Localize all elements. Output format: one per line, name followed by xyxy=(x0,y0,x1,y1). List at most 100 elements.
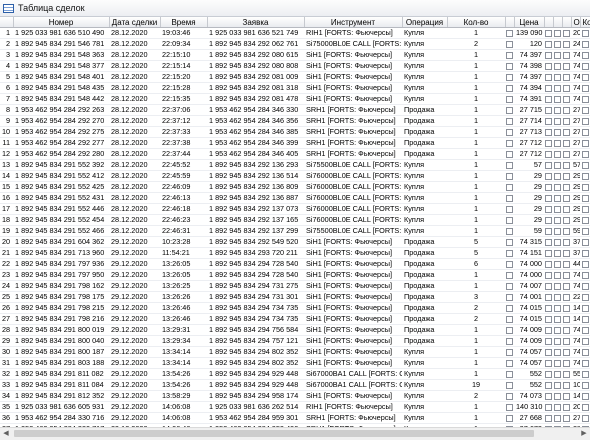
checkbox[interactable] xyxy=(506,183,513,191)
header-date[interactable]: Дата сделки xyxy=(109,17,161,28)
checkbox[interactable] xyxy=(506,348,513,356)
checkbox[interactable] xyxy=(581,183,589,191)
checkbox[interactable] xyxy=(545,51,552,59)
checkbox[interactable] xyxy=(581,271,589,279)
table-row[interactable]: 27 1 892 945 834 291 798 216 29.12.2020 13:… xyxy=(0,313,590,325)
checkbox[interactable] xyxy=(554,271,561,279)
checkbox[interactable] xyxy=(563,282,570,290)
checkbox[interactable] xyxy=(545,139,552,147)
checkbox[interactable] xyxy=(563,62,570,70)
checkbox[interactable] xyxy=(554,315,561,323)
checkbox[interactable] xyxy=(506,359,513,367)
checkbox[interactable] xyxy=(581,84,589,92)
checkbox[interactable] xyxy=(506,326,513,334)
checkbox[interactable] xyxy=(563,392,570,400)
checkbox[interactable] xyxy=(506,271,513,279)
checkbox[interactable] xyxy=(506,205,513,213)
checkbox[interactable] xyxy=(581,392,589,400)
table-row[interactable]: 31 1 892 945 834 291 803 188 29.12.2020 13:… xyxy=(0,357,590,369)
checkbox[interactable] xyxy=(506,392,513,400)
checkbox[interactable] xyxy=(581,117,589,125)
checkbox[interactable] xyxy=(563,370,570,378)
table-row[interactable]: 24 1 892 945 834 291 798 162 29.12.2020 13:… xyxy=(0,280,590,292)
checkbox[interactable] xyxy=(506,172,513,180)
checkbox[interactable] xyxy=(545,29,552,37)
checkbox[interactable] xyxy=(554,238,561,246)
horizontal-scrollbar[interactable]: ◀ ▶ xyxy=(0,427,590,440)
checkbox[interactable] xyxy=(581,381,589,389)
table-row[interactable]: 41 892 945 834 291 548 377 28.12.2020 22:1… xyxy=(0,60,590,72)
checkbox[interactable] xyxy=(545,381,552,389)
checkbox[interactable] xyxy=(545,106,552,114)
checkbox[interactable] xyxy=(554,359,561,367)
checkbox[interactable] xyxy=(554,304,561,312)
table-row[interactable]: 15 1 892 945 834 291 552 425 28.12.2020 22:… xyxy=(0,181,590,193)
checkbox[interactable] xyxy=(563,304,570,312)
checkbox[interactable] xyxy=(563,414,570,422)
table-row[interactable]: 31 892 945 834 291 548 363 28.12.2020 22:1… xyxy=(0,49,590,61)
checkbox[interactable] xyxy=(545,227,552,235)
header-price[interactable]: Цена xyxy=(514,17,545,28)
header-instrument[interactable]: Инструмент xyxy=(304,17,403,28)
table-row[interactable]: 20 1 892 945 834 291 604 362 29.12.2020 10:… xyxy=(0,236,590,248)
checkbox[interactable] xyxy=(545,370,552,378)
checkbox[interactable] xyxy=(545,205,552,213)
checkbox[interactable] xyxy=(554,172,561,180)
checkbox[interactable] xyxy=(506,84,513,92)
table-row[interactable]: 36 1 953 462 954 284 330 716 29.12.2020 14:… xyxy=(0,412,590,424)
checkbox[interactable] xyxy=(545,73,552,81)
checkbox[interactable] xyxy=(545,117,552,125)
checkbox[interactable] xyxy=(581,51,589,59)
table-row[interactable]: 30 1 892 945 834 291 800 187 29.12.2020 13:… xyxy=(0,346,590,358)
checkbox[interactable] xyxy=(506,194,513,202)
checkbox[interactable] xyxy=(563,106,570,114)
table-row[interactable]: 16 1 892 945 834 291 552 431 28.12.2020 22:… xyxy=(0,192,590,204)
checkbox[interactable] xyxy=(563,348,570,356)
checkbox[interactable] xyxy=(563,359,570,367)
checkbox[interactable] xyxy=(545,337,552,345)
checkbox[interactable] xyxy=(554,29,561,37)
checkbox[interactable] xyxy=(581,326,589,334)
checkbox[interactable] xyxy=(563,326,570,334)
table-row[interactable]: 23 1 892 945 834 291 797 950 29.12.2020 13:… xyxy=(0,269,590,281)
table-row[interactable]: 21 1 892 945 834 291 713 960 29.12.2020 11:… xyxy=(0,247,590,259)
checkbox[interactable] xyxy=(581,260,589,268)
checkbox[interactable] xyxy=(563,194,570,202)
checkbox[interactable] xyxy=(506,216,513,224)
checkbox[interactable] xyxy=(554,106,561,114)
checkbox[interactable] xyxy=(554,150,561,158)
checkbox[interactable] xyxy=(554,414,561,422)
checkbox[interactable] xyxy=(581,315,589,323)
table-row[interactable]: 61 892 945 834 291 548 435 28.12.2020 22:1… xyxy=(0,82,590,94)
checkbox[interactable] xyxy=(554,227,561,235)
table-row[interactable]: 17 1 892 945 834 291 552 446 28.12.2020 22:… xyxy=(0,203,590,215)
checkbox[interactable] xyxy=(554,161,561,169)
checkbox[interactable] xyxy=(506,337,513,345)
checkbox[interactable] xyxy=(545,150,552,158)
checkbox[interactable] xyxy=(545,304,552,312)
table-row[interactable]: 25 1 892 945 834 291 798 175 29.12.2020 13:… xyxy=(0,291,590,303)
checkbox[interactable] xyxy=(563,260,570,268)
checkbox[interactable] xyxy=(554,337,561,345)
header-commission[interactable]: Ко xyxy=(580,17,590,28)
checkbox[interactable] xyxy=(563,139,570,147)
checkbox[interactable] xyxy=(554,95,561,103)
table-row[interactable]: 91 953 462 954 284 292 270 28.12.2020 22:3… xyxy=(0,115,590,127)
header-operation[interactable]: Операция xyxy=(402,17,448,28)
table-row[interactable]: 14 1 892 945 834 291 552 412 28.12.2020 22:… xyxy=(0,170,590,182)
checkbox[interactable] xyxy=(563,205,570,213)
checkbox[interactable] xyxy=(545,315,552,323)
checkbox[interactable] xyxy=(581,205,589,213)
table-row[interactable]: 26 1 892 945 834 291 798 215 29.12.2020 13:… xyxy=(0,302,590,314)
checkbox[interactable] xyxy=(545,172,552,180)
checkbox[interactable] xyxy=(581,227,589,235)
checkbox[interactable] xyxy=(506,29,513,37)
checkbox[interactable] xyxy=(545,183,552,191)
checkbox[interactable] xyxy=(563,172,570,180)
checkbox[interactable] xyxy=(545,392,552,400)
checkbox[interactable] xyxy=(563,84,570,92)
checkbox[interactable] xyxy=(506,139,513,147)
header-order[interactable]: Заявка xyxy=(207,17,305,28)
table-row[interactable]: 35 1 925 033 981 636 605 931 29.12.2020 14:… xyxy=(0,401,590,413)
header-volume[interactable]: Объем xyxy=(571,17,581,28)
